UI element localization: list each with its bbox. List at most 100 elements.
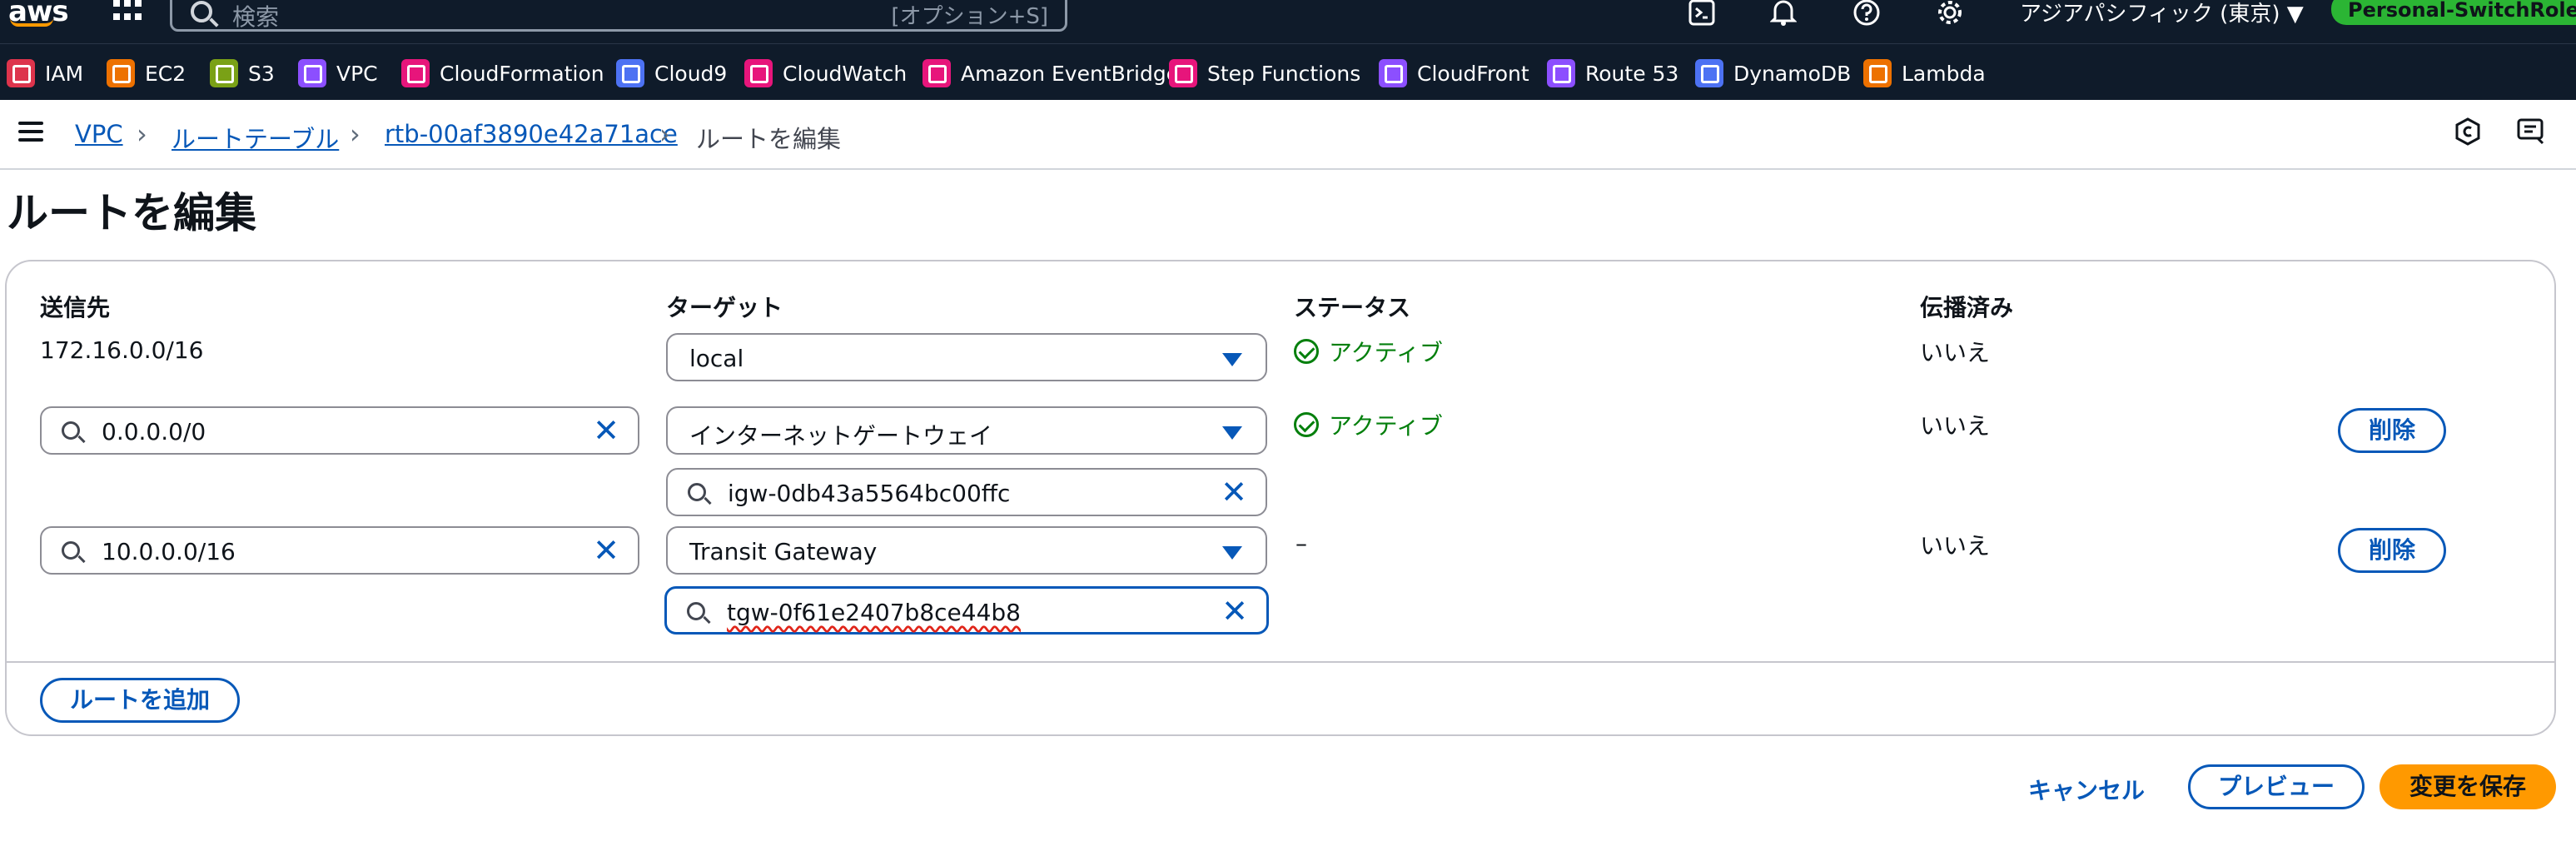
cancel-button[interactable]: キャンセル: [2028, 773, 2145, 806]
target-type-select[interactable]: インターネットゲートウェイ: [666, 406, 1267, 455]
bell-icon[interactable]: [1768, 0, 1798, 26]
page-title: ルートを編集: [7, 189, 256, 237]
favorite-label: S3: [248, 61, 275, 86]
chevron-right-icon: ›: [350, 118, 361, 150]
search-icon: [688, 483, 706, 501]
service-icon: [7, 59, 35, 87]
services-grid-icon[interactable]: [113, 0, 143, 22]
service-icon: [922, 59, 951, 87]
favorite-label: Cloud9: [654, 61, 728, 86]
caret-down-icon: [1222, 353, 1242, 366]
feedback-icon[interactable]: [2514, 117, 2548, 150]
chevron-right-icon: ›: [659, 118, 670, 150]
service-icon: [1169, 59, 1197, 87]
target-id-input[interactable]: tgw-0f61e2407b8ce44b8 ✕: [664, 586, 1269, 635]
target-type-select[interactable]: Transit Gateway: [666, 526, 1267, 575]
search-icon: [62, 541, 80, 560]
favorite-label: CloudWatch: [783, 61, 908, 86]
favorite-service-link[interactable]: Cloud9: [616, 57, 727, 90]
delete-route-button[interactable]: 削除: [2338, 528, 2446, 573]
routes-container: [5, 260, 2556, 736]
route-propagated: いいえ: [1920, 532, 1991, 560]
hamburger-menu-icon[interactable]: [18, 122, 43, 142]
input-value: igw-0db43a5564bc00ffc: [728, 480, 1011, 507]
route-propagated: いいえ: [1920, 412, 1991, 440]
select-value: インターネットゲートウェイ: [689, 422, 993, 450]
favorite-service-link[interactable]: IAM: [7, 57, 83, 90]
service-icon: [744, 59, 773, 87]
favorite-service-link[interactable]: S3: [210, 57, 275, 90]
favorite-label: CloudFront: [1417, 61, 1529, 86]
select-value: Transit Gateway: [689, 538, 878, 565]
top-navigation-bar: aws 検索 [オプション+S] アジアパシフィック (東京) ▼ Person…: [0, 0, 2576, 43]
select-value: local: [689, 345, 744, 372]
search-icon: [191, 1, 212, 22]
search-placeholder: 検索: [232, 3, 280, 31]
favorite-label: Step Functions: [1207, 61, 1361, 86]
target-id-input[interactable]: igw-0db43a5564bc00ffc ✕: [666, 468, 1267, 516]
target-type-select[interactable]: local: [666, 333, 1267, 381]
route-status: アクティブ: [1294, 335, 1443, 368]
favorite-service-link[interactable]: CloudFront: [1379, 57, 1529, 90]
input-value: 10.0.0.0/16: [102, 538, 236, 565]
destination-input[interactable]: 0.0.0.0/0 ✕: [40, 406, 639, 455]
clear-icon[interactable]: ✕: [593, 535, 619, 566]
favorite-service-link[interactable]: CloudFormation: [401, 57, 604, 90]
route-propagated: いいえ: [1920, 339, 1991, 366]
favorite-service-link[interactable]: EC2: [107, 57, 186, 90]
destination-input[interactable]: 10.0.0.0/16 ✕: [40, 526, 639, 575]
caret-down-icon: [1222, 546, 1242, 560]
favorite-service-link[interactable]: DynamoDB: [1695, 57, 1851, 90]
service-icon: [1695, 59, 1723, 87]
service-icon: [1863, 59, 1892, 87]
service-icon: [107, 59, 135, 87]
search-icon: [62, 421, 80, 440]
favorite-service-link[interactable]: Amazon EventBridge: [922, 57, 1179, 90]
breadcrumb-vpc[interactable]: VPC: [75, 120, 123, 148]
caret-down-icon: [1222, 426, 1242, 440]
delete-route-button[interactable]: 削除: [2338, 408, 2446, 453]
service-icon: [401, 59, 430, 87]
clear-icon[interactable]: ✕: [1221, 476, 1247, 508]
favorite-label: Route 53: [1585, 61, 1679, 86]
global-search-input[interactable]: 検索 [オプション+S]: [170, 0, 1067, 32]
favorite-service-link[interactable]: Step Functions: [1169, 57, 1360, 90]
favorite-label: Lambda: [1902, 61, 1986, 86]
region-selector[interactable]: アジアパシフィック (東京) ▼: [2020, 0, 2304, 27]
favorite-label: EC2: [145, 61, 186, 86]
add-route-button[interactable]: ルートを追加: [40, 678, 240, 723]
check-circle-icon: [1294, 339, 1319, 364]
container-divider: [7, 661, 2554, 663]
help-icon[interactable]: [1852, 0, 1882, 26]
cloudshell-icon[interactable]: [1687, 0, 1717, 26]
favorite-service-link[interactable]: VPC: [298, 57, 378, 90]
favorite-service-link[interactable]: CloudWatch: [744, 57, 907, 90]
column-header-status: ステータス: [1294, 294, 1411, 321]
account-role-menu[interactable]: Personal-SwitchRole ▼: [2331, 0, 2576, 25]
input-value: 0.0.0.0/0: [102, 418, 206, 445]
favorite-service-link[interactable]: Lambda: [1863, 57, 1986, 90]
search-icon: [687, 602, 705, 620]
favorite-label: VPC: [336, 61, 378, 86]
service-icon: [1547, 59, 1575, 87]
route-destination-text: 172.16.0.0/16: [40, 336, 204, 364]
favorite-label: CloudFormation: [440, 61, 604, 86]
preview-button[interactable]: プレビュー: [2188, 764, 2365, 809]
service-icon: [298, 59, 326, 87]
favorite-service-link[interactable]: Route 53: [1547, 57, 1678, 90]
save-changes-button[interactable]: 変更を保存: [2380, 764, 2556, 809]
breadcrumb-route-table-id[interactable]: rtb-00af3890e42a71ace: [385, 120, 678, 148]
breadcrumb-route-tables[interactable]: ルートテーブル: [172, 120, 339, 155]
chevron-right-icon: ›: [137, 118, 147, 150]
gear-icon[interactable]: [1935, 0, 1965, 25]
favorite-label: IAM: [45, 61, 84, 86]
check-circle-icon: [1294, 412, 1319, 437]
status-text: アクティブ: [1329, 412, 1443, 440]
service-icon: [616, 59, 644, 87]
clear-icon[interactable]: ✕: [1221, 595, 1248, 627]
search-shortcut-hint: [オプション+S]: [891, 4, 1048, 29]
info-panel-icon[interactable]: [2451, 117, 2484, 150]
favorite-label: DynamoDB: [1733, 61, 1852, 86]
route-status: –: [1295, 530, 1307, 557]
clear-icon[interactable]: ✕: [593, 415, 619, 446]
